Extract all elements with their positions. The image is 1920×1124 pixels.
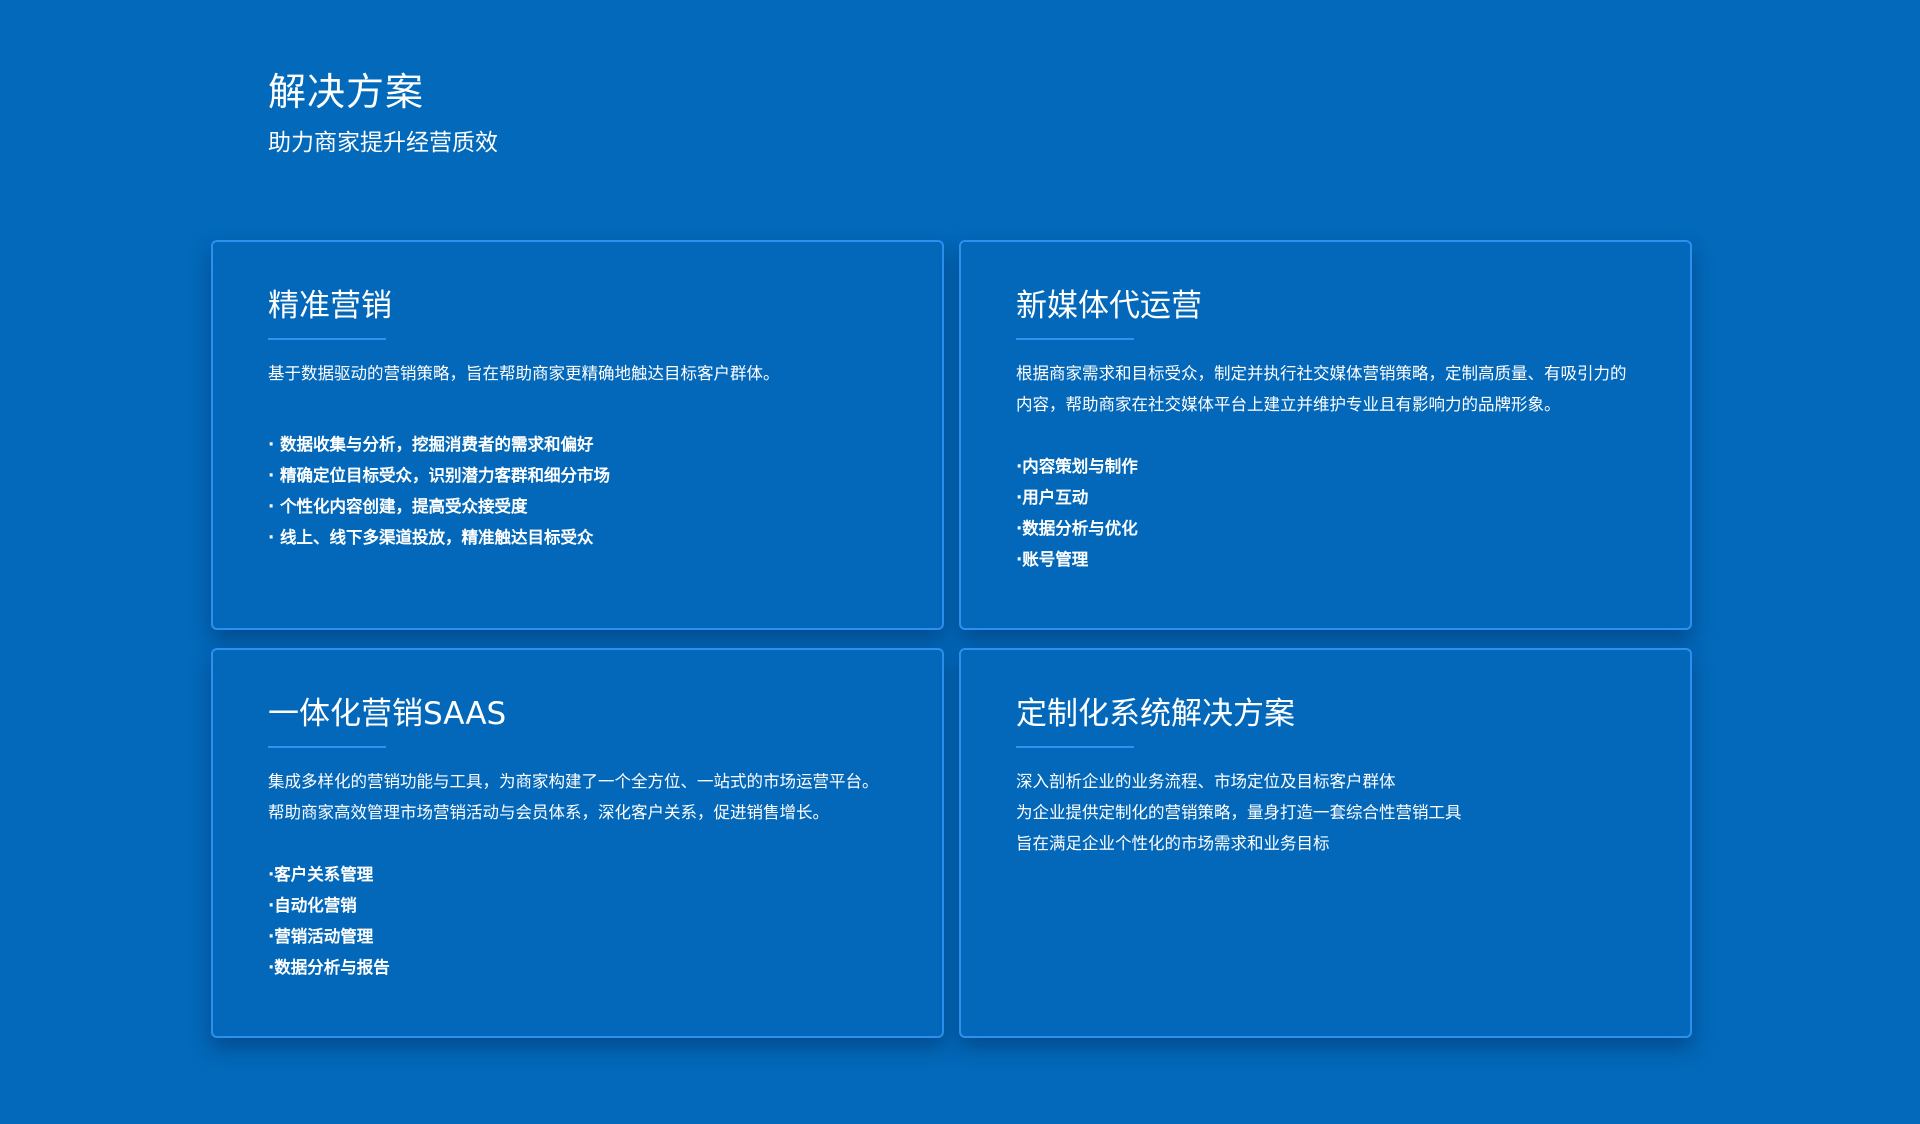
feature-list: ·内容策划与制作 ·用户互动 ·数据分析与优化 ·账号管理 bbox=[1016, 451, 1636, 575]
description-line: 根据商家需求和目标受众，制定并执行社交媒体营销策略，定制高质量、有吸引力的 bbox=[1016, 364, 1627, 383]
list-item: ·客户关系管理 bbox=[268, 865, 374, 884]
list-item: ·用户互动 bbox=[1016, 488, 1089, 507]
feature-list: · 数据收集与分析，挖掘消费者的需求和偏好 · 精确定位目标受众，识别潜力客群和… bbox=[268, 429, 888, 553]
card-title: 精准营销 bbox=[268, 288, 392, 324]
list-item: ·自动化营销 bbox=[268, 896, 357, 915]
page-title: 解决方案 bbox=[268, 70, 425, 114]
title-underline bbox=[268, 746, 386, 748]
feature-list: ·客户关系管理 ·自动化营销 ·营销活动管理 ·数据分析与报告 bbox=[268, 859, 888, 983]
title-underline bbox=[1016, 338, 1134, 340]
card-description: 集成多样化的营销功能与工具，为商家构建了一个全方位、一站式的市场运营平台。 帮助… bbox=[268, 766, 888, 828]
list-item: · 精确定位目标受众，识别潜力客群和细分市场 bbox=[268, 466, 611, 485]
title-underline bbox=[268, 338, 386, 340]
list-item: · 数据收集与分析，挖掘消费者的需求和偏好 bbox=[268, 435, 594, 454]
card-title: 新媒体代运营 bbox=[1016, 288, 1202, 324]
solution-card-precision-marketing[interactable]: 精准营销 基于数据驱动的营销策略，旨在帮助商家更精确地触达目标客户群体。 · 数… bbox=[211, 240, 944, 630]
list-item: · 线上、线下多渠道投放，精准触达目标受众 bbox=[268, 528, 594, 547]
description-line: 旨在满足企业个性化的市场需求和业务目标 bbox=[1016, 834, 1330, 853]
description-line: 帮助商家高效管理市场营销活动与会员体系，深化客户关系，促进销售增长。 bbox=[268, 803, 829, 822]
card-title: 定制化系统解决方案 bbox=[1016, 696, 1295, 732]
page-header: 解决方案 助力商家提升经营质效 bbox=[268, 66, 498, 160]
solution-card-integrated-saas[interactable]: 一体化营销SAAS 集成多样化的营销功能与工具，为商家构建了一个全方位、一站式的… bbox=[211, 648, 944, 1038]
list-item: ·账号管理 bbox=[1016, 550, 1089, 569]
description-line: 深入剖析企业的业务流程、市场定位及目标客户群体 bbox=[1016, 772, 1396, 791]
card-description: 根据商家需求和目标受众，制定并执行社交媒体营销策略，定制高质量、有吸引力的 内容… bbox=[1016, 358, 1636, 420]
description-line: 内容，帮助商家在社交媒体平台上建立并维护专业且有影响力的品牌形象。 bbox=[1016, 395, 1561, 414]
list-item: ·内容策划与制作 bbox=[1016, 457, 1138, 476]
description-line: 基于数据驱动的营销策略，旨在帮助商家更精确地触达目标客户群体。 bbox=[268, 364, 780, 383]
list-item: ·数据分析与报告 bbox=[268, 958, 390, 977]
list-item: ·数据分析与优化 bbox=[1016, 519, 1138, 538]
card-title: 一体化营销SAAS bbox=[268, 696, 507, 732]
card-description: 深入剖析企业的业务流程、市场定位及目标客户群体 为企业提供定制化的营销策略，量身… bbox=[1016, 766, 1636, 859]
page-subtitle: 助力商家提升经营质效 bbox=[268, 130, 498, 156]
solution-card-custom-system[interactable]: 定制化系统解决方案 深入剖析企业的业务流程、市场定位及目标客户群体 为企业提供定… bbox=[959, 648, 1692, 1038]
description-line: 集成多样化的营销功能与工具，为商家构建了一个全方位、一站式的市场运营平台。 bbox=[268, 772, 879, 791]
list-item: ·营销活动管理 bbox=[268, 927, 374, 946]
solution-card-new-media-operation[interactable]: 新媒体代运营 根据商家需求和目标受众，制定并执行社交媒体营销策略，定制高质量、有… bbox=[959, 240, 1692, 630]
solutions-grid: 精准营销 基于数据驱动的营销策略，旨在帮助商家更精确地触达目标客户群体。 · 数… bbox=[211, 240, 1693, 1038]
description-line: 为企业提供定制化的营销策略，量身打造一套综合性营销工具 bbox=[1016, 803, 1462, 822]
title-underline bbox=[1016, 746, 1134, 748]
list-item: · 个性化内容创建，提高受众接受度 bbox=[268, 497, 528, 516]
card-description: 基于数据驱动的营销策略，旨在帮助商家更精确地触达目标客户群体。 bbox=[268, 358, 888, 389]
